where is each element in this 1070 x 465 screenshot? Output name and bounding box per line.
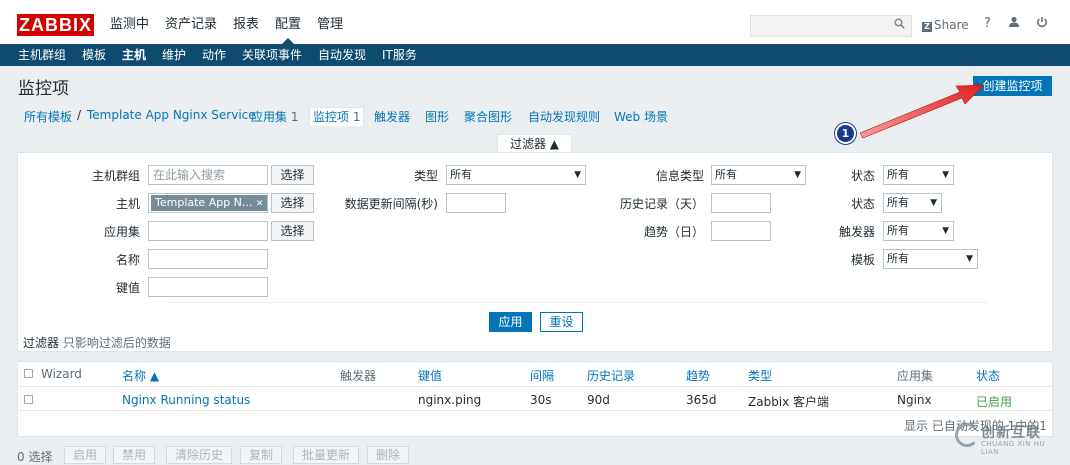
watermark-text: 创新互联 xyxy=(981,425,1041,441)
watermark-icon xyxy=(955,423,979,447)
annotation-arrow xyxy=(859,84,985,139)
watermark-subtext: CHUANG XIN HU LIAN xyxy=(981,440,1046,456)
watermark-logo: 创新互联 CHUANG XIN HU LIAN xyxy=(953,418,1061,458)
step-number-badge: 1 xyxy=(835,123,856,144)
